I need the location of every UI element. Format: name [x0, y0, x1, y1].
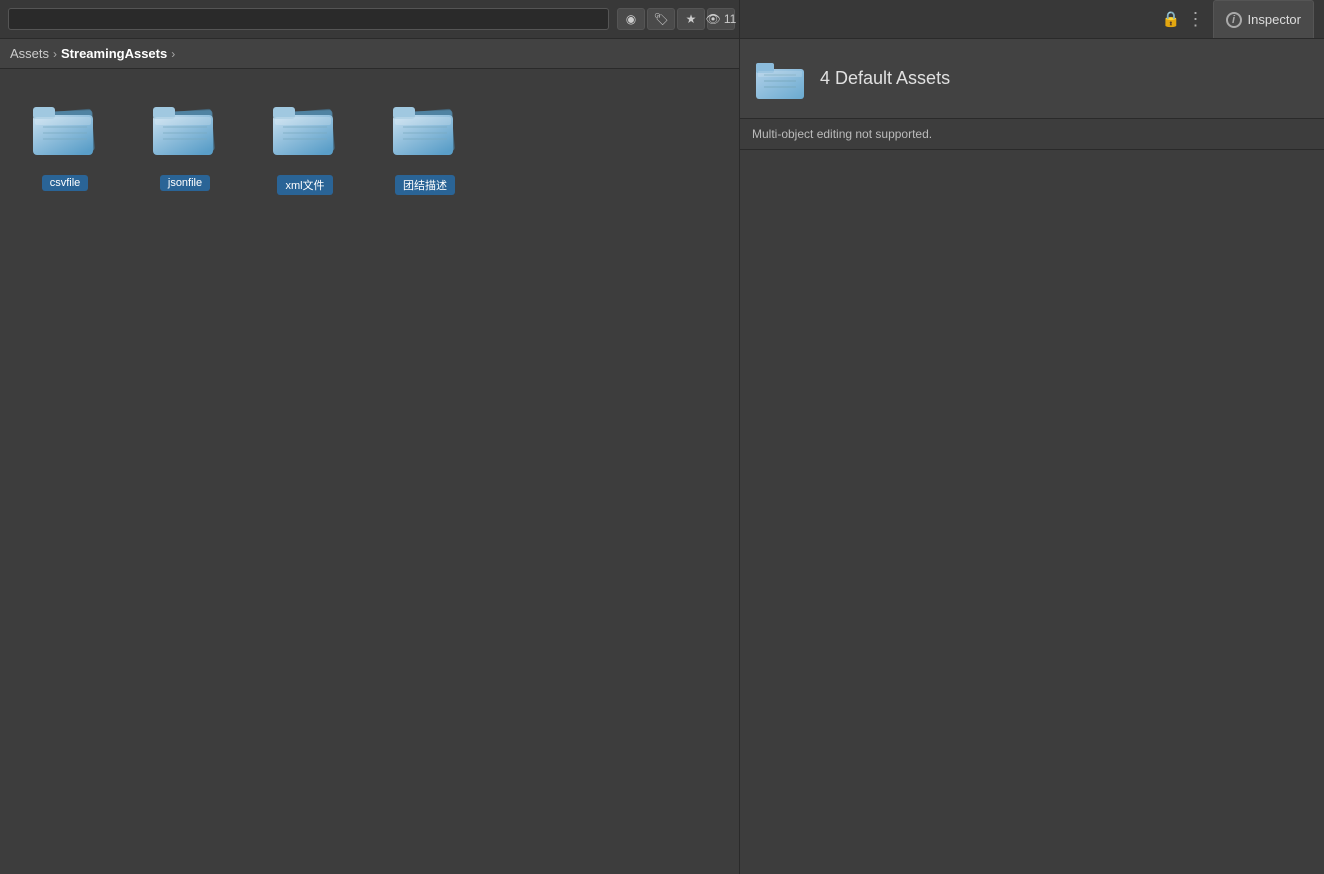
assets-panel: Assets › StreamingAssets › — [0, 39, 740, 874]
inspector-tab[interactable]: i Inspector — [1213, 0, 1314, 38]
asset-label: 团结描述 — [395, 175, 455, 195]
breadcrumb: Assets › StreamingAssets › — [0, 39, 739, 69]
info-icon: i — [1226, 12, 1242, 28]
inspector-asset-icon — [754, 53, 806, 105]
filter-icon: ◉ — [626, 12, 636, 26]
asset-label: jsonfile — [160, 175, 210, 191]
asset-label: xml文件 — [277, 175, 332, 195]
inspector-message: Multi-object editing not supported. — [740, 119, 1324, 150]
tag-icon: 🏷 — [653, 12, 668, 26]
breadcrumb-current: StreamingAssets — [61, 46, 167, 61]
lock-icon[interactable]: 🔒 — [1162, 10, 1181, 28]
more-icon[interactable]: ⋮ — [1187, 9, 1205, 30]
asset-item[interactable]: csvfile — [10, 89, 120, 195]
inspector-body — [740, 150, 1324, 874]
breadcrumb-sep1: › — [53, 47, 57, 61]
eye-button[interactable]: 👁 11 — [707, 8, 735, 30]
breadcrumb-arrow: › — [171, 47, 175, 61]
asset-item[interactable]: xml文件 — [250, 89, 360, 195]
search-input[interactable] — [8, 8, 609, 30]
eye-icon: 👁 — [706, 12, 721, 26]
inspector-panel: 4 Default Assets Multi-object editing no… — [740, 39, 1324, 874]
asset-folder-icon — [265, 89, 345, 169]
assets-grid: csvfile — [0, 69, 739, 874]
asset-label: csvfile — [42, 175, 89, 191]
asset-folder-icon — [385, 89, 465, 169]
asset-folder-icon — [145, 89, 225, 169]
star-icon: ★ — [686, 12, 697, 26]
asset-folder-icon — [25, 89, 105, 169]
asset-item[interactable]: 团结描述 — [370, 89, 480, 195]
eye-count: 11 — [724, 12, 736, 26]
inspector-tab-label: Inspector — [1248, 12, 1301, 27]
inspector-asset-name: 4 Default Assets — [820, 68, 950, 89]
filter-button[interactable]: ◉ — [617, 8, 645, 30]
tag-button[interactable]: 🏷 — [647, 8, 675, 30]
asset-item[interactable]: jsonfile — [130, 89, 240, 195]
star-button[interactable]: ★ — [677, 8, 705, 30]
inspector-asset-header: 4 Default Assets — [740, 39, 1324, 119]
breadcrumb-assets[interactable]: Assets — [10, 46, 49, 61]
